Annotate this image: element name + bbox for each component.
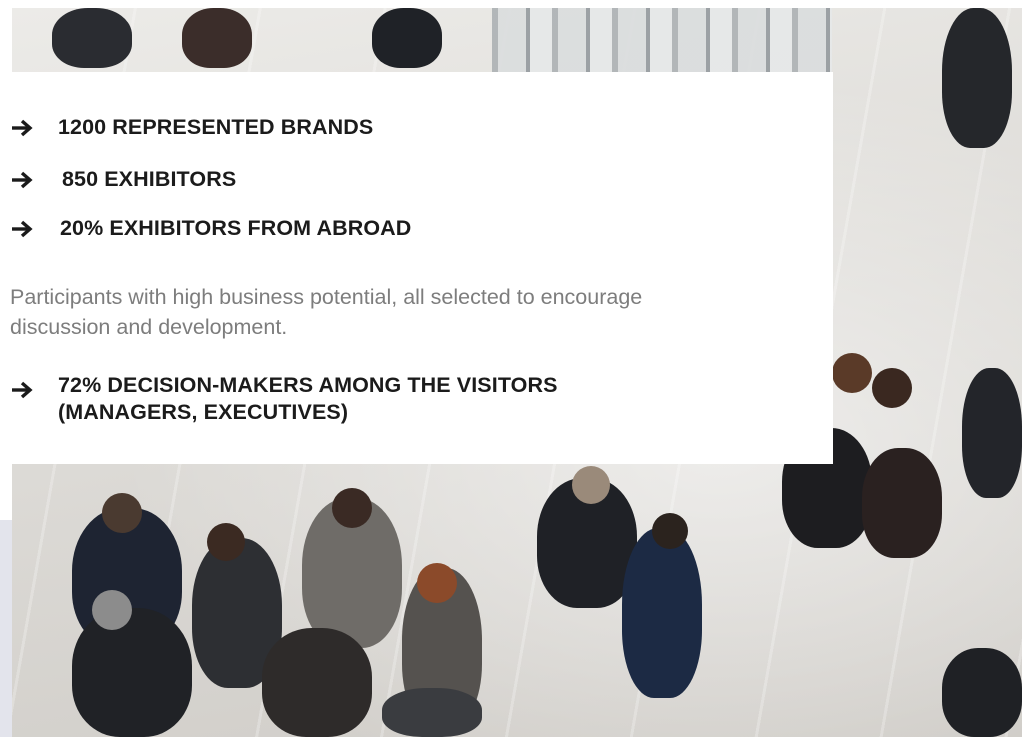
attendee-figure xyxy=(182,8,252,68)
attendee-figure xyxy=(942,8,1012,148)
attendee-head xyxy=(572,466,610,504)
right-arrow-icon xyxy=(12,381,33,399)
attendee-head xyxy=(872,368,912,408)
highlight-brands: 1200 REPRESENTED BRANDS xyxy=(10,114,373,141)
visitors-text-block: 72% DECISION-MAKERS AMONG THE VISITORS (… xyxy=(58,372,558,426)
left-edge-strip xyxy=(0,520,12,737)
attendee-head xyxy=(102,493,142,533)
visitors-line-2: (MANAGERS, EXECUTIVES) xyxy=(58,400,349,424)
glass-structure xyxy=(492,8,832,72)
highlights-panel: 1200 REPRESENTED BRANDS 850 EXHIBITORS 2… xyxy=(0,72,833,464)
attendee-head xyxy=(207,523,245,561)
attendee-figure xyxy=(72,608,192,737)
attendee-figure xyxy=(382,688,482,737)
highlight-text: 20% EXHIBITORS FROM ABROAD xyxy=(60,216,412,240)
right-arrow-icon xyxy=(12,119,33,137)
right-arrow-icon xyxy=(12,220,33,238)
attendee-head xyxy=(652,513,688,549)
highlight-visitors: 72% DECISION-MAKERS AMONG THE VISITORS (… xyxy=(10,372,558,426)
attendee-figure xyxy=(962,368,1022,498)
highlight-text: 850 EXHIBITORS xyxy=(62,167,237,191)
participants-description: Participants with high business potentia… xyxy=(10,285,643,339)
attendee-figure xyxy=(622,528,702,698)
attendee-head xyxy=(332,488,372,528)
attendee-figure xyxy=(942,648,1022,737)
attendee-head xyxy=(92,590,132,630)
right-arrow-icon xyxy=(12,171,33,189)
page: 1200 REPRESENTED BRANDS 850 EXHIBITORS 2… xyxy=(0,0,1022,737)
attendee-figure xyxy=(52,8,132,68)
attendee-figure xyxy=(862,448,942,558)
attendee-head xyxy=(832,353,872,393)
highlight-exhibitors: 850 EXHIBITORS xyxy=(10,166,236,193)
visitors-line-1: 72% DECISION-MAKERS AMONG THE VISITORS xyxy=(58,373,558,397)
highlight-text: 1200 REPRESENTED BRANDS xyxy=(58,115,374,139)
attendee-figure xyxy=(262,628,372,737)
attendee-head xyxy=(417,563,457,603)
attendee-figure xyxy=(372,8,442,68)
highlight-abroad: 20% EXHIBITORS FROM ABROAD xyxy=(10,215,411,242)
